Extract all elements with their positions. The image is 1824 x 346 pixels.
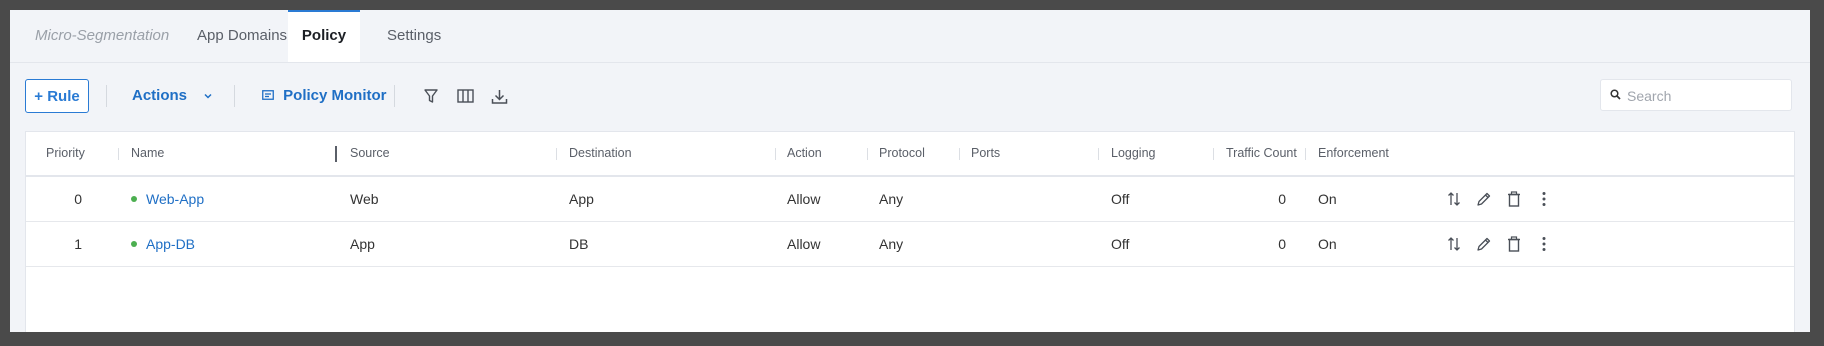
search-icon	[1610, 89, 1621, 100]
tab-policy[interactable]: Policy	[288, 10, 360, 62]
toolbar-divider	[106, 85, 107, 107]
add-rule-button[interactable]: + Rule	[25, 79, 89, 113]
rule-name-link[interactable]: Web-App	[146, 191, 204, 207]
search-input[interactable]	[1625, 80, 1789, 112]
table-row[interactable]: 1 App-DB App DB Allow Any Off 0 On	[26, 222, 1794, 267]
search-box[interactable]	[1600, 79, 1792, 112]
col-priority-header[interactable]: Priority	[46, 132, 85, 175]
column-resize-handle[interactable]	[335, 146, 337, 162]
column-divider	[118, 148, 119, 160]
edit-icon[interactable]	[1474, 234, 1494, 254]
reorder-icon[interactable]	[1444, 234, 1464, 254]
overflow-menu-icon[interactable]	[1534, 189, 1554, 209]
actions-label: Actions	[132, 87, 188, 104]
overflow-menu-icon[interactable]	[1534, 234, 1554, 254]
toolbar-divider	[394, 85, 395, 107]
source-cell: App	[350, 236, 375, 252]
name-cell: Web-App	[131, 177, 204, 221]
chevron-down-icon	[203, 91, 213, 101]
column-divider	[1305, 148, 1306, 160]
destination-cell: DB	[569, 236, 589, 252]
app-window: Micro-Segmentation App Domains Policy Se…	[10, 10, 1810, 332]
columns-icon[interactable]	[454, 85, 476, 107]
action-cell: Allow	[787, 236, 821, 252]
toolbar-divider	[234, 85, 235, 107]
logging-cell: Off	[1111, 236, 1130, 252]
monitor-icon	[262, 89, 274, 100]
column-divider	[1213, 148, 1214, 160]
table-header: Priority Name Source Destination Action …	[26, 132, 1794, 177]
delete-icon[interactable]	[1504, 189, 1524, 209]
protocol-cell: Any	[879, 191, 904, 207]
rule-name-link[interactable]: App-DB	[146, 236, 195, 252]
policy-monitor-label: Policy Monitor	[283, 87, 387, 104]
tab-app-domains[interactable]: App Domains	[182, 10, 302, 62]
column-divider	[959, 148, 960, 160]
traffic-count-cell: 0	[1278, 236, 1286, 252]
table-row[interactable]: 0 Web-App Web App Allow Any Off 0 On	[26, 177, 1794, 222]
col-enforcement-header[interactable]: Enforcement	[1318, 132, 1389, 175]
traffic-count-cell: 0	[1278, 191, 1286, 207]
col-action-header[interactable]: Action	[787, 132, 822, 175]
edit-icon[interactable]	[1474, 189, 1494, 209]
source-cell: Web	[350, 191, 379, 207]
filter-icon[interactable]	[420, 85, 442, 107]
action-cell: Allow	[787, 191, 821, 207]
tab-settings[interactable]: Settings	[372, 10, 456, 62]
column-divider	[867, 148, 868, 160]
tab-bar: Micro-Segmentation App Domains Policy Se…	[10, 10, 1810, 63]
status-dot	[131, 241, 137, 248]
column-divider	[775, 148, 776, 160]
toolbar: + Rule Actions Policy Monitor	[10, 63, 1810, 131]
col-name-header[interactable]: Name	[131, 132, 164, 175]
policy-monitor-button[interactable]: Policy Monitor	[262, 79, 387, 113]
actions-dropdown[interactable]: Actions	[132, 79, 213, 113]
name-cell: App-DB	[131, 222, 195, 266]
col-protocol-header[interactable]: Protocol	[879, 132, 925, 175]
enforcement-cell: On	[1318, 236, 1337, 252]
download-icon[interactable]	[488, 85, 510, 107]
enforcement-cell: On	[1318, 191, 1337, 207]
reorder-icon[interactable]	[1444, 189, 1464, 209]
col-logging-header[interactable]: Logging	[1111, 132, 1156, 175]
priority-cell: 1	[74, 236, 82, 252]
priority-cell: 0	[74, 191, 82, 207]
product-name: Micro-Segmentation	[35, 27, 170, 44]
col-destination-header[interactable]: Destination	[569, 132, 632, 175]
col-source-header[interactable]: Source	[350, 132, 390, 175]
status-dot	[131, 196, 137, 203]
col-ports-header[interactable]: Ports	[971, 132, 1000, 175]
logging-cell: Off	[1111, 191, 1130, 207]
column-divider	[556, 148, 557, 160]
column-divider	[1098, 148, 1099, 160]
destination-cell: App	[569, 191, 594, 207]
col-traffic-count-header[interactable]: Traffic Count	[1226, 132, 1297, 175]
delete-icon[interactable]	[1504, 234, 1524, 254]
protocol-cell: Any	[879, 236, 904, 252]
policy-table: Priority Name Source Destination Action …	[25, 131, 1795, 332]
